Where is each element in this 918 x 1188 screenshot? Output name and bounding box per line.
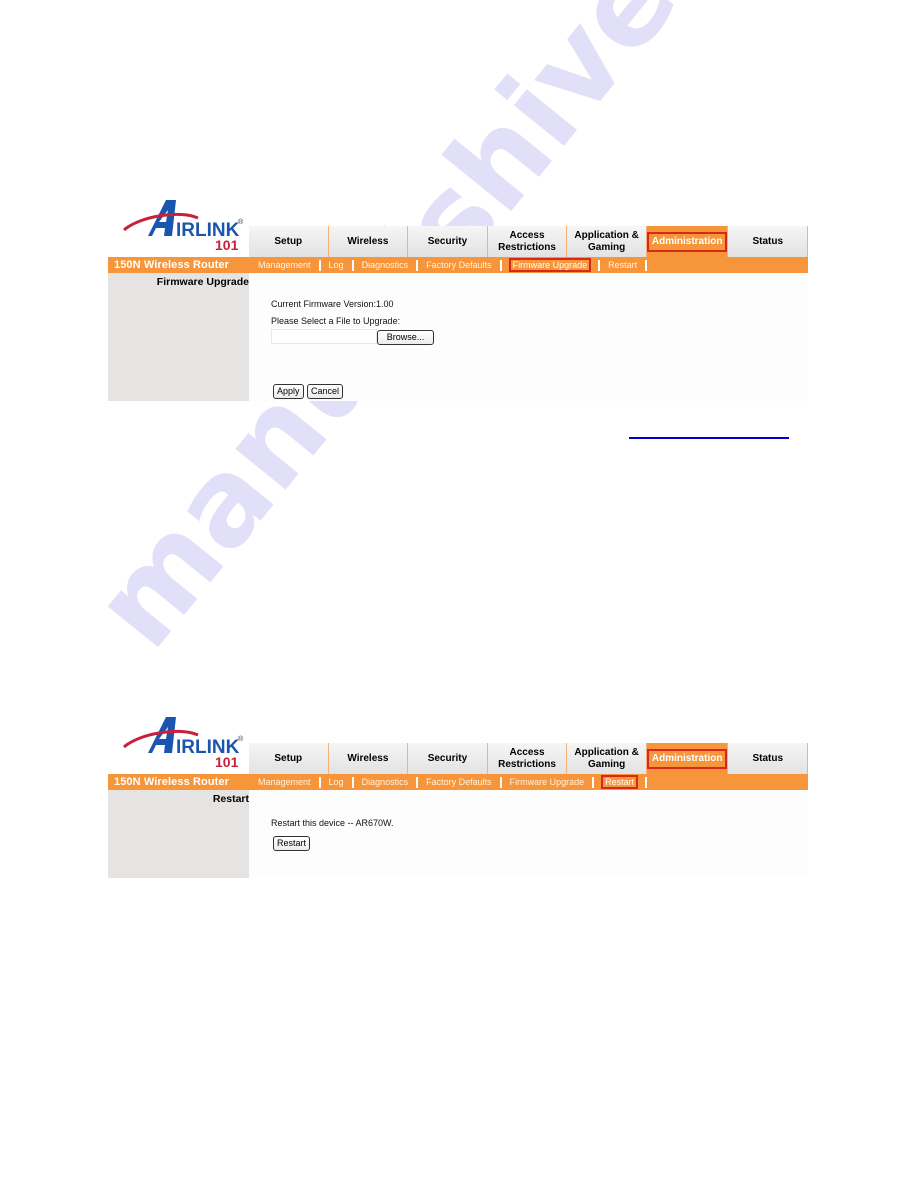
separator [416,776,419,788]
product-name: 150N Wireless Router [114,259,230,271]
subnav-factory-defaults[interactable]: Factory Defaults [425,260,493,270]
separator [318,259,321,271]
tab-status[interactable]: Status [728,743,809,774]
separator [318,776,321,788]
content-area: Current Firmware Version:1.00 Please Sel… [249,273,808,401]
subnav-factory-defaults[interactable]: Factory Defaults [425,777,493,787]
tab-application-gaming[interactable]: Application & Gaming [567,743,647,774]
subnav-firmware-upgrade[interactable]: Firmware Upgrade [509,777,586,787]
subnav-log[interactable]: Log [328,777,345,787]
apply-button[interactable]: Apply [273,384,304,399]
sidebar: Firmware Upgrade [108,273,249,401]
tab-administration[interactable]: Administration [646,743,729,774]
file-path-input[interactable] [271,329,377,344]
subnav-management[interactable]: Management [257,260,312,270]
browse-button[interactable]: Browse... [377,330,434,345]
svg-text:®: ® [238,218,244,226]
subnav-log[interactable]: Log [328,260,345,270]
product-name: 150N Wireless Router [114,776,230,788]
main-tabs: Setup Wireless Security Access Restricti… [249,226,809,257]
content-area: Restart this device -- AR670W. Restart [249,790,808,878]
subnav-management[interactable]: Management [257,777,312,787]
tab-security[interactable]: Security [408,226,488,257]
tab-status[interactable]: Status [728,226,809,257]
subnav-diagnostics[interactable]: Diagnostics [361,260,410,270]
sidebar: Restart [108,790,249,878]
tab-security[interactable]: Security [408,743,488,774]
subnav-restart[interactable]: Restart [607,260,638,270]
sub-navigation: 150N Wireless Router Management Log Diag… [108,257,808,273]
firmware-version-text: Current Firmware Version:1.00 [271,299,394,309]
subnav-firmware-upgrade[interactable]: Firmware Upgrade [508,258,592,272]
separator [592,776,595,788]
separator [499,259,502,271]
tab-setup[interactable]: Setup [249,226,329,257]
separator [416,259,419,271]
restart-button[interactable]: Restart [273,836,311,851]
svg-text:®: ® [238,735,244,743]
svg-text:101: 101 [215,237,239,253]
tab-access-restrictions[interactable]: Access Restrictions [487,743,568,774]
separator [645,259,648,271]
tab-access-restrictions[interactable]: Access Restrictions [487,226,568,257]
tab-wireless[interactable]: Wireless [328,743,409,774]
select-file-label: Please Select a File to Upgrade: [271,316,401,326]
subnav-diagnostics[interactable]: Diagnostics [361,777,410,787]
airlink-logo: IRLINK ® 101 [120,192,248,256]
sub-navigation: 150N Wireless Router Management Log Diag… [108,774,808,790]
svg-text:101: 101 [215,754,239,770]
separator [598,259,601,271]
separator [499,776,502,788]
cancel-button[interactable]: Cancel [307,384,344,399]
main-tabs: Setup Wireless Security Access Restricti… [249,743,809,774]
separator [351,776,354,788]
firmware-upgrade-screenshot: IRLINK ® 101 Setup Wireless Security Acc… [108,192,809,401]
subnav-restart[interactable]: Restart [601,775,639,789]
section-title: Restart [212,793,249,805]
airlink-logo: IRLINK ® 101 [120,709,248,773]
separator [351,259,354,271]
tab-wireless[interactable]: Wireless [328,226,409,257]
tab-administration[interactable]: Administration [646,226,729,257]
restart-device-text: Restart this device -- AR670W. [271,818,394,828]
hyperlink-underline[interactable] [629,437,789,439]
separator [645,776,648,788]
section-title: Firmware Upgrade [156,276,249,288]
restart-screenshot: IRLINK ® 101 Setup Wireless Security Acc… [108,709,809,878]
tab-application-gaming[interactable]: Application & Gaming [567,226,647,257]
tab-setup[interactable]: Setup [249,743,329,774]
